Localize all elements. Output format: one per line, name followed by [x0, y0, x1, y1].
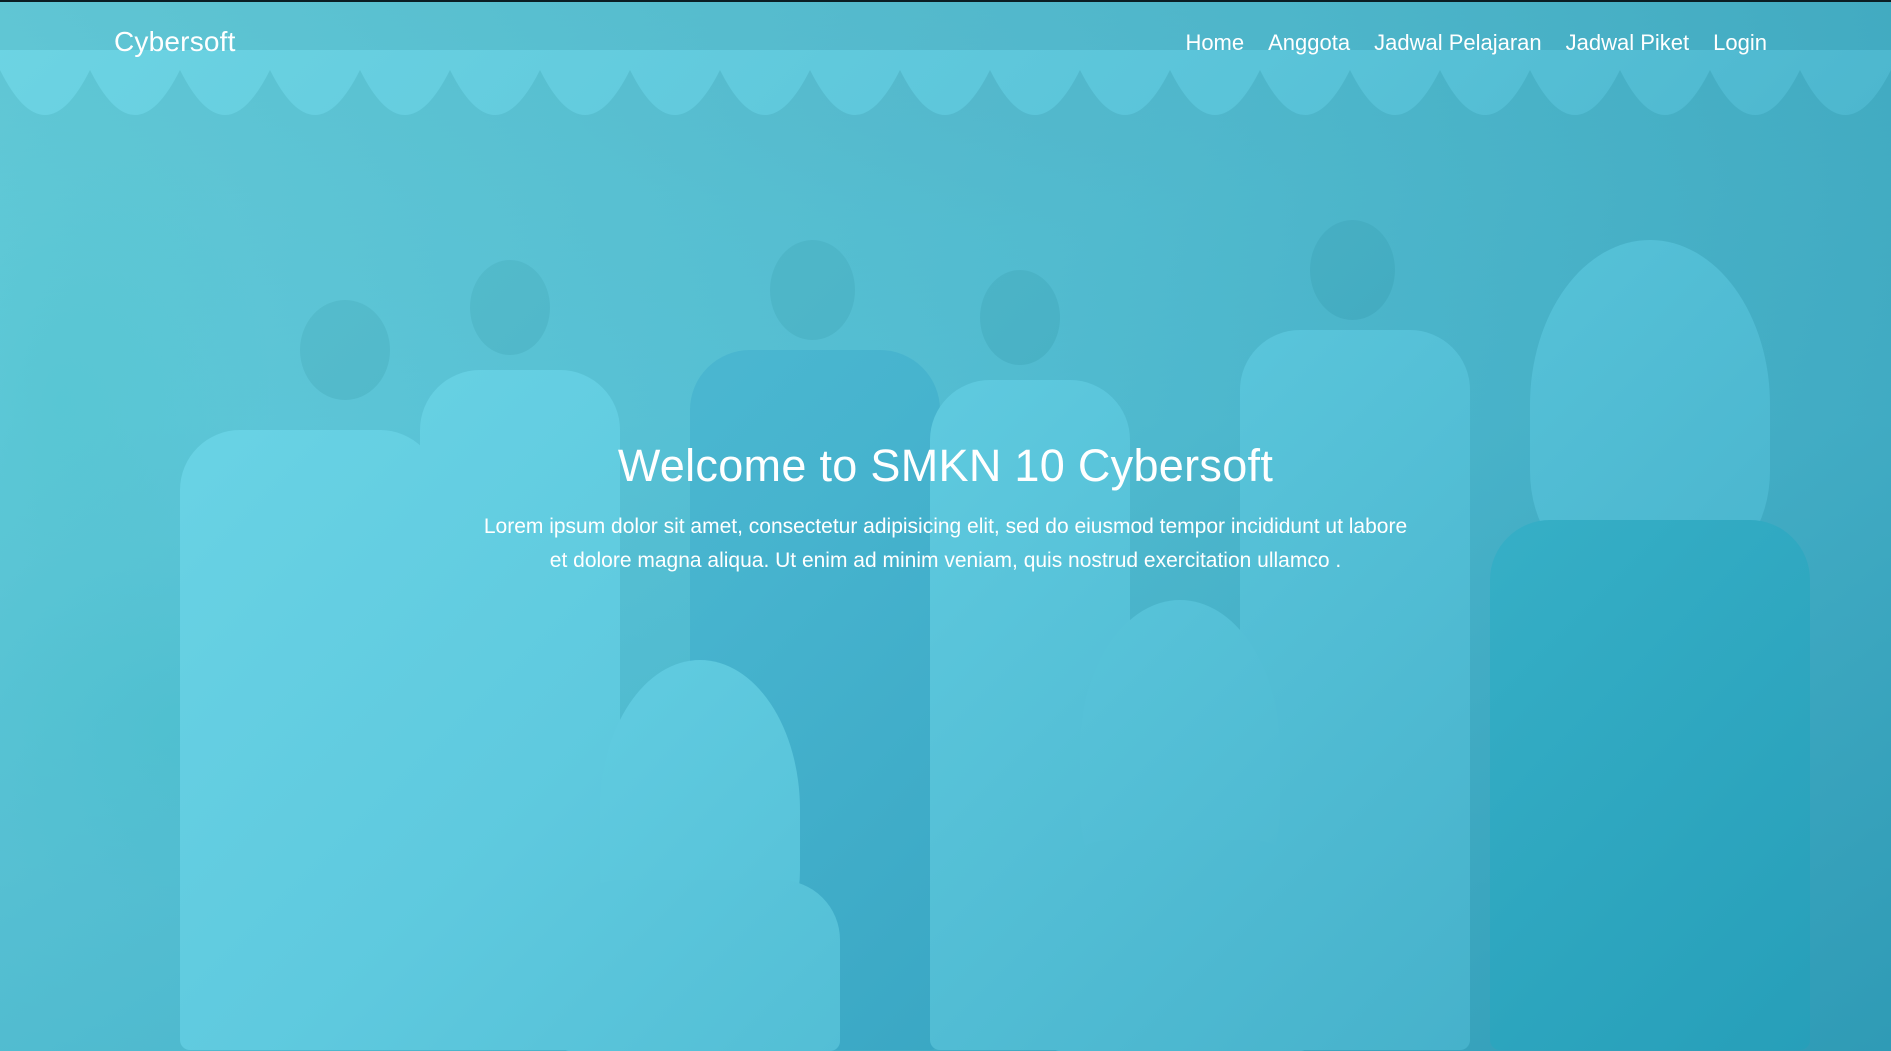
nav-item-jadwal-pelajaran: Jadwal Pelajaran [1374, 30, 1542, 56]
nav-item-home: Home [1185, 30, 1244, 56]
nav-item-anggota: Anggota [1268, 30, 1350, 56]
nav-link-home[interactable]: Home [1185, 30, 1244, 55]
hero-description: Lorem ipsum dolor sit amet, consectetur … [483, 515, 1408, 572]
nav-link-login[interactable]: Login [1713, 30, 1767, 55]
nav-item-jadwal-piket: Jadwal Piket [1566, 30, 1690, 56]
nav-link-jadwal-pelajaran[interactable]: Jadwal Pelajaran [1374, 30, 1542, 55]
hero-title: Welcome to SMKN 10 Cybersoft [617, 440, 1274, 491]
nav-item-login: Login [1713, 30, 1767, 56]
brand-logo-link[interactable]: Cybersoft [114, 26, 236, 58]
nav-menu: Home Anggota Jadwal Pelajaran Jadwal Pik… [1185, 30, 1767, 56]
navbar: Cybersoft Home Anggota Jadwal Pelajaran … [0, 0, 1891, 86]
nav-link-anggota[interactable]: Anggota [1268, 30, 1350, 55]
hero-content: Welcome to SMKN 10 Cybersoft Lorem ipsum… [0, 440, 1891, 578]
hero-section: Cybersoft Home Anggota Jadwal Pelajaran … [0, 0, 1891, 1051]
nav-link-jadwal-piket[interactable]: Jadwal Piket [1566, 30, 1690, 55]
